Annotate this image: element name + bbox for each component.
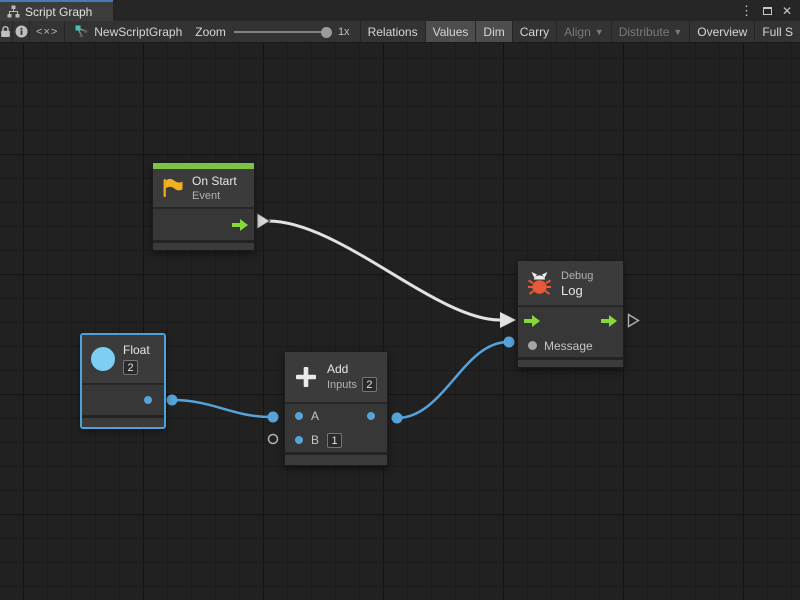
chevron-down-icon: ▼ xyxy=(595,28,604,37)
node-title: Float xyxy=(123,343,150,358)
overview-button[interactable]: Overview xyxy=(689,21,754,42)
info-button[interactable] xyxy=(13,21,30,42)
wire-arrowhead xyxy=(500,312,516,328)
node-footer xyxy=(153,240,254,250)
port-b-label: B xyxy=(311,433,319,447)
tab-title: Script Graph xyxy=(25,5,92,19)
graph-asset-icon xyxy=(75,25,88,38)
exec-output-arrow-icon[interactable] xyxy=(601,315,617,327)
float-value-field[interactable]: 2 xyxy=(123,360,138,375)
relations-button[interactable]: Relations xyxy=(360,21,425,42)
flag-icon xyxy=(161,177,184,199)
node-title: Log xyxy=(561,283,593,298)
node-title: On Start xyxy=(192,174,237,189)
window-controls: ⋮ ✕ xyxy=(740,0,800,21)
message-input-port[interactable] xyxy=(528,341,537,350)
add-output-connector[interactable] xyxy=(392,413,403,424)
node-add[interactable]: Add Inputs 2 A B 1 xyxy=(284,351,388,466)
script-graph-icon xyxy=(7,5,20,18)
maximize-icon[interactable] xyxy=(763,7,772,15)
window-menu-icon[interactable]: ⋮ xyxy=(740,4,753,17)
lock-icon xyxy=(0,25,11,38)
add-a-input-connector[interactable] xyxy=(268,412,279,423)
node-subtitle: Event xyxy=(192,189,237,203)
node-subtitle: Debug xyxy=(561,269,593,283)
wire-onstart-to-debuglog[interactable] xyxy=(268,221,500,320)
bug-icon xyxy=(526,270,553,296)
info-icon xyxy=(15,25,28,38)
node-footer xyxy=(518,357,623,367)
graph-canvas[interactable]: On Start Event xyxy=(0,43,800,600)
fullscreen-button[interactable]: Full S xyxy=(754,21,800,42)
float-output-connector[interactable] xyxy=(167,395,178,406)
code-icon: <×> xyxy=(36,26,58,38)
debuglog-message-connector[interactable] xyxy=(504,337,515,348)
zoom-slider[interactable] xyxy=(234,31,330,33)
node-float[interactable]: Float 2 xyxy=(81,334,165,428)
add-output-port[interactable] xyxy=(367,412,375,420)
zoom-slider-handle[interactable] xyxy=(321,27,332,38)
node-footer xyxy=(82,415,164,427)
distribute-button[interactable]: Distribute ▼ xyxy=(611,21,690,42)
graph-name-section[interactable]: NewScriptGraph xyxy=(65,21,191,42)
wire-float-to-add-a[interactable] xyxy=(172,400,272,417)
inputs-count-field[interactable]: 2 xyxy=(362,377,377,392)
window-tab-bar: Script Graph ⋮ ✕ xyxy=(0,0,800,21)
add-input-a-port[interactable] xyxy=(295,412,303,420)
node-footer xyxy=(285,452,387,465)
onstart-exec-output-port[interactable] xyxy=(257,213,270,229)
debuglog-exec-output-port[interactable] xyxy=(627,313,640,333)
float-output-port[interactable] xyxy=(144,396,152,404)
node-title: Add xyxy=(327,362,377,377)
graph-toolbar: <×> NewScriptGraph Zoom 1x Relations Val… xyxy=(0,21,800,43)
exec-output-arrow-icon[interactable] xyxy=(232,219,248,231)
wire-layer xyxy=(0,43,800,600)
wire-add-to-debuglog-message[interactable] xyxy=(397,342,508,418)
close-icon[interactable]: ✕ xyxy=(782,5,792,17)
align-button[interactable]: Align ▼ xyxy=(556,21,611,42)
lock-button[interactable] xyxy=(0,21,13,42)
add-input-b-port[interactable] xyxy=(295,436,303,444)
chevron-down-icon: ▼ xyxy=(673,28,682,37)
add-b-unconnected-port[interactable] xyxy=(269,435,278,444)
dim-button[interactable]: Dim xyxy=(475,21,511,42)
inputs-label: Inputs xyxy=(327,378,357,392)
zoom-label: Zoom xyxy=(195,25,226,39)
graph-name: NewScriptGraph xyxy=(94,25,182,39)
code-view-button[interactable]: <×> xyxy=(30,21,65,42)
zoom-section: Zoom 1x xyxy=(191,21,359,42)
zoom-value: 1x xyxy=(338,26,356,38)
node-on-start[interactable]: On Start Event xyxy=(152,162,255,251)
plus-icon xyxy=(293,364,319,390)
float-literal-icon xyxy=(91,347,115,371)
carry-button[interactable]: Carry xyxy=(512,21,556,42)
node-debug-log[interactable]: Debug Log Message xyxy=(517,260,624,368)
values-button[interactable]: Values xyxy=(425,21,476,42)
port-a-label: A xyxy=(311,409,319,423)
message-port-label: Message xyxy=(544,339,593,353)
tab-script-graph[interactable]: Script Graph xyxy=(0,0,113,21)
exec-input-arrow-icon[interactable] xyxy=(524,315,540,327)
b-value-field[interactable]: 1 xyxy=(327,433,342,448)
